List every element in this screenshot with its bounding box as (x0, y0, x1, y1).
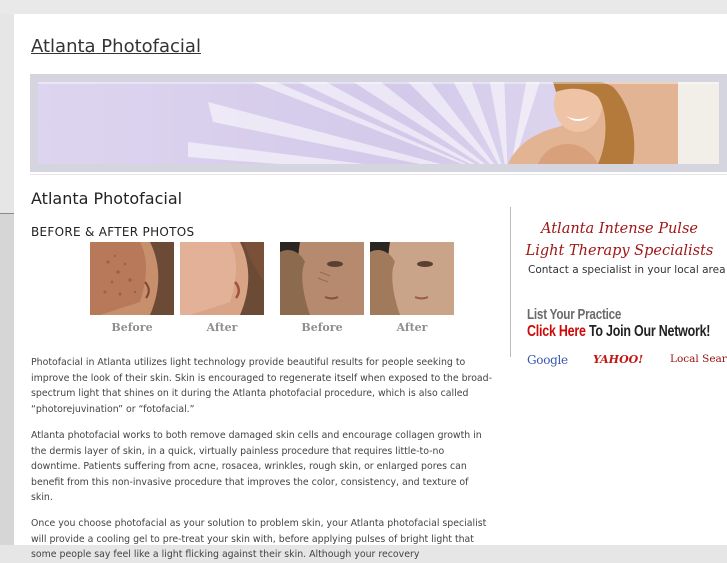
sidebar-ad: Atlanta Intense Pulse Light Therapy Spec… (510, 207, 727, 367)
body-paragraph: Photofacial in Atlanta utilizes light te… (31, 357, 493, 415)
photo-after-2 (370, 242, 454, 315)
sidebar-heading-line1: Atlanta Intense Pulse (541, 221, 698, 237)
photo-caption: After (206, 321, 238, 334)
body-paragraph: Atlanta photofacial works to both remove… (31, 430, 482, 504)
photo-caption: After (396, 321, 428, 334)
header-banner (30, 74, 727, 172)
banner-sunburst-graphic (38, 82, 719, 164)
search-engine-logos: Google YAHOO! Local Search (527, 353, 727, 369)
join-network-link[interactable]: Click Here To Join Our Network! (527, 323, 710, 341)
photo-caption: Before (301, 321, 343, 334)
photo-before-2 (280, 242, 364, 315)
main-content: Atlanta Photofacial BEFORE & AFTER PHOTO… (30, 174, 727, 560)
page-background-top (0, 0, 727, 14)
body-paragraph: Once you choose photofacial as your solu… (31, 518, 487, 561)
yahoo-logo: YAHOO! (593, 353, 644, 366)
banner-image (38, 82, 719, 164)
page-container: Atlanta Photofacial Atlanta Photofacial … (14, 14, 727, 560)
page-heading: Atlanta Photofacial (31, 189, 183, 208)
list-practice-text[interactable]: List Your Practice (527, 306, 621, 323)
photo-after-1 (180, 242, 264, 315)
page-background-left (0, 214, 14, 545)
local-search-logo: Local Search (670, 353, 727, 365)
sidebar-heading-line2: Light Therapy Specialists (525, 243, 714, 259)
photo-before-1 (90, 242, 174, 315)
site-title-link[interactable]: Atlanta Photofacial (31, 36, 201, 57)
section-heading: BEFORE & AFTER PHOTOS (31, 225, 195, 239)
google-logo: Google (527, 353, 568, 367)
click-here-link[interactable]: Click Here (527, 323, 586, 340)
photo-caption: Before (111, 321, 153, 334)
before-after-photos: Before After Before After (90, 242, 454, 338)
join-network-text: To Join Our Network! (585, 323, 711, 340)
sidebar-subtext: Contact a specialist in your local area (528, 264, 726, 276)
